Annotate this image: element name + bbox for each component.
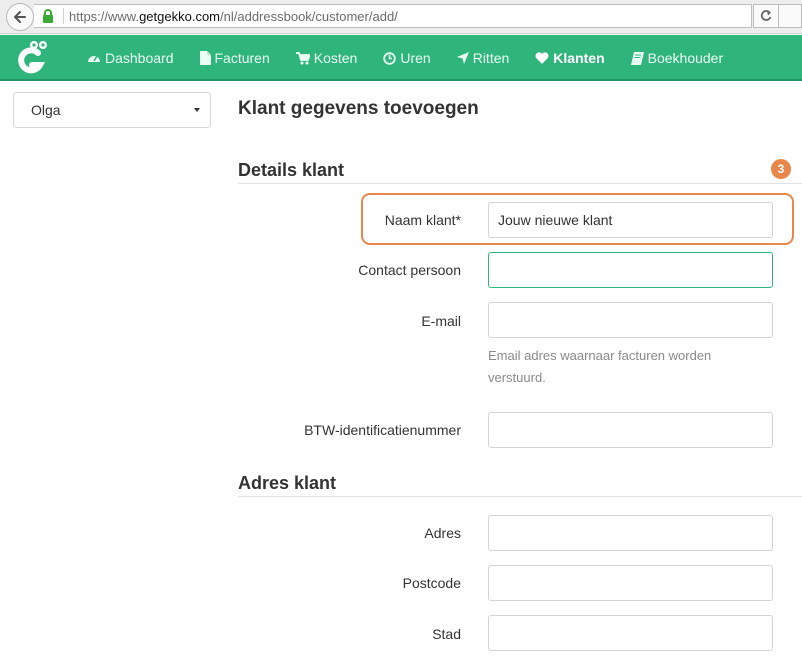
nav-item-uren[interactable]: Uren xyxy=(383,50,431,66)
section-divider xyxy=(238,496,802,497)
city-label: Stad xyxy=(432,626,461,642)
url-text: https://www.getgekko.com/nl/addressbook/… xyxy=(69,8,398,24)
city-input[interactable] xyxy=(488,615,773,651)
address-section-title: Adres klant xyxy=(238,473,337,493)
reload-icon xyxy=(760,10,772,21)
cart-icon xyxy=(295,51,310,64)
lock-icon xyxy=(42,9,56,23)
location-arrow-icon xyxy=(456,52,469,64)
nav-item-dashboard[interactable]: Dashboard xyxy=(87,50,174,66)
nav-item-label: Facturen xyxy=(214,50,270,66)
clock-icon xyxy=(383,51,397,65)
nav-item-label: Uren xyxy=(400,50,431,66)
arrow-left-icon xyxy=(14,11,26,23)
url-separator xyxy=(63,8,64,24)
address-input[interactable] xyxy=(488,515,773,551)
section-divider xyxy=(238,183,802,184)
user-select-dropdown[interactable]: Olga xyxy=(13,92,211,128)
nav-item-kosten[interactable]: Kosten xyxy=(295,50,358,66)
nav-item-label: Klanten xyxy=(553,50,605,66)
postcode-input[interactable] xyxy=(488,565,773,601)
nav-item-label: Kosten xyxy=(313,50,358,66)
nav-item-ritten[interactable]: Ritten xyxy=(456,50,510,66)
name-label: Naam klant* xyxy=(384,212,461,228)
nav-item-boekhouder[interactable]: Boekhouder xyxy=(630,50,724,66)
toolbar-extra-button[interactable] xyxy=(779,4,802,28)
vat-label: BTW-identificatienummer xyxy=(304,422,461,438)
dashboard-icon xyxy=(88,55,100,62)
contact-input[interactable] xyxy=(488,252,773,288)
gekko-logo[interactable] xyxy=(16,39,48,77)
selected-user: Olga xyxy=(31,102,61,118)
email-label: E-mail xyxy=(421,313,461,329)
caret-down-icon xyxy=(194,108,200,112)
name-input[interactable] xyxy=(488,202,773,238)
book-icon xyxy=(630,51,644,65)
nav-item-label: Dashboard xyxy=(105,50,174,66)
browser-toolbar: https://www.getgekko.com/nl/addressbook/… xyxy=(0,0,802,34)
address-label: Adres xyxy=(424,525,461,541)
page-title: Klant gegevens toevoegen xyxy=(238,98,479,119)
vat-input[interactable] xyxy=(488,412,773,448)
heart-icon xyxy=(535,52,549,64)
nav-item-label: Boekhouder xyxy=(647,50,724,66)
app-navbar: Dashboard Facturen Kosten Uren Ritten Kl… xyxy=(0,35,802,81)
nav-item-facturen[interactable]: Facturen xyxy=(199,50,270,66)
back-button[interactable] xyxy=(6,3,34,31)
details-section-title: Details klant xyxy=(238,160,345,180)
address-bar[interactable]: https://www.getgekko.com/nl/addressbook/… xyxy=(34,4,752,28)
postcode-label: Postcode xyxy=(402,575,461,591)
file-icon xyxy=(199,51,211,65)
step-badge: 3 xyxy=(771,159,791,179)
contact-label: Contact persoon xyxy=(358,262,461,278)
nav-item-klanten[interactable]: Klanten xyxy=(535,50,605,66)
nav-menu: Dashboard Facturen Kosten Uren Ritten Kl… xyxy=(87,35,749,81)
email-help-text: Email adres waarnaar facturen worden ver… xyxy=(488,348,712,385)
reload-button[interactable] xyxy=(753,4,779,28)
email-input[interactable] xyxy=(488,302,773,338)
nav-item-label: Ritten xyxy=(472,50,510,66)
